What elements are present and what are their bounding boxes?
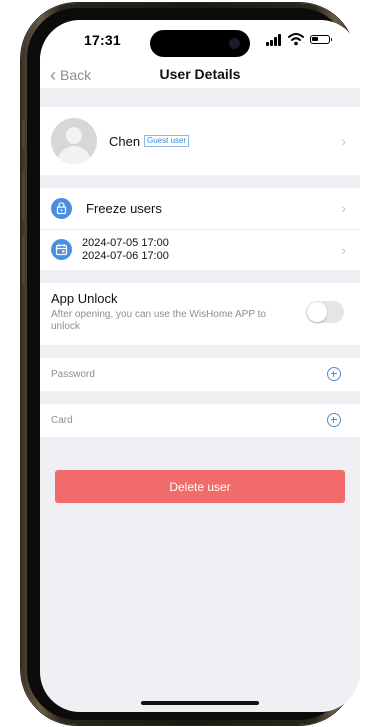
app-unlock-row: App Unlock After opening, you can use th…	[40, 283, 360, 345]
password-label: Password	[51, 369, 95, 380]
page-title: User Details	[159, 66, 241, 82]
card-label: Card	[51, 415, 73, 426]
app-unlock-description: After opening, you can use the WisHome A…	[51, 309, 266, 332]
user-settings-group: Freeze users › 2024-07-05 17:00 2024-07-…	[40, 188, 360, 270]
validity-end: 2024-07-06 17:00	[82, 250, 169, 262]
screen: 17:31 ‹ Back User Details Chen Guest use…	[40, 20, 360, 712]
user-name: Chen	[109, 134, 141, 149]
validity-period-row[interactable]: 2024-07-05 17:00 2024-07-06 17:00 ›	[40, 230, 360, 270]
wifi-icon	[288, 33, 304, 46]
chevron-right-icon: ›	[341, 200, 346, 216]
add-password-plus-icon[interactable]	[327, 367, 341, 381]
lock-icon	[51, 198, 72, 219]
user-profile-row[interactable]: Chen Guest user ›	[40, 107, 360, 175]
card-row: Card	[40, 404, 360, 437]
validity-start: 2024-07-05 17:00	[82, 237, 169, 249]
password-row: Password	[40, 358, 360, 391]
volume-down-button	[22, 235, 25, 285]
chevron-right-icon: ›	[341, 242, 346, 258]
signal-icon	[266, 34, 286, 46]
navigation-bar: ‹ Back User Details	[40, 64, 360, 88]
app-unlock-title: App Unlock	[51, 291, 118, 306]
volume-up-button	[22, 170, 25, 220]
calendar-icon	[51, 239, 72, 260]
add-card-plus-icon[interactable]	[327, 413, 341, 427]
toggle-knob	[307, 302, 327, 322]
role-badge: Guest user	[144, 135, 190, 147]
app-unlock-toggle[interactable]	[306, 301, 344, 323]
camera-icon	[229, 38, 240, 49]
home-indicator[interactable]	[141, 701, 259, 705]
avatar	[51, 118, 97, 164]
freeze-users-label: Freeze users	[86, 201, 162, 216]
mute-switch	[22, 120, 25, 148]
status-bar: 17:31	[40, 20, 360, 64]
status-time: 17:31	[84, 32, 121, 48]
freeze-users-row[interactable]: Freeze users ›	[40, 188, 360, 229]
chevron-right-icon: ›	[341, 133, 346, 149]
battery-icon	[310, 35, 332, 44]
delete-user-button[interactable]: Delete user	[55, 470, 345, 503]
dynamic-island	[150, 30, 250, 57]
